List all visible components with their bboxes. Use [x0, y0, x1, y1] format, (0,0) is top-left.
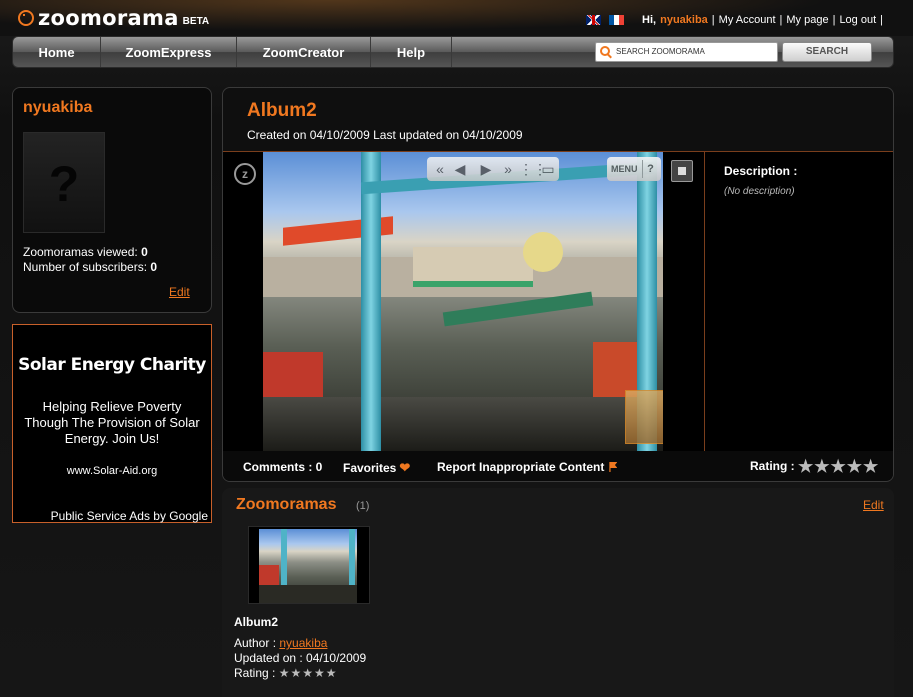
main-nav: Home ZoomExpress ZoomCreator Help SEARCH…	[12, 36, 894, 68]
first-icon[interactable]: «	[431, 160, 449, 178]
description-label: Description :	[724, 164, 798, 178]
log-out-link[interactable]: Log out	[839, 14, 876, 26]
viewed-value: 0	[141, 245, 148, 259]
album-panel: Album2 Created on 04/10/2009 Last update…	[222, 87, 894, 482]
logo-text: zoomorama	[38, 6, 179, 30]
favorites-label: Favorites	[343, 461, 397, 475]
book-view-icon[interactable]: ▭	[539, 160, 557, 178]
zoomorama-z-icon: z	[234, 163, 256, 185]
username-link[interactable]: nyuakiba	[660, 14, 708, 26]
profile-panel: nyuakiba ? Zoomoramas viewed: 0 Number o…	[12, 87, 212, 313]
zoomoramas-edit-link[interactable]: Edit	[863, 498, 884, 512]
zoomoramas-viewed-stat: Zoomoramas viewed: 0	[23, 245, 148, 259]
album-photo[interactable]	[263, 152, 663, 451]
album-footer: Comments : 0 Favorites ❤ Report Inappropr…	[223, 451, 893, 481]
zoomorama-item-title[interactable]: Album2	[234, 615, 278, 629]
thumb-crowd	[259, 585, 357, 603]
navigator-thumbnail[interactable]	[625, 390, 663, 444]
album-dates: Created on 04/10/2009 Last updated on 04…	[247, 128, 523, 142]
link-separator: |	[832, 14, 836, 26]
zoomoramas-title: Zoomoramas	[236, 496, 337, 513]
comments-link[interactable]: Comments : 0	[243, 460, 322, 474]
author-label: Author :	[234, 636, 277, 650]
favorite-heart-icon: ❤	[399, 460, 411, 475]
previous-icon[interactable]: ◀	[451, 160, 469, 178]
search-button[interactable]: SEARCH	[782, 42, 872, 62]
avatar: ?	[23, 132, 105, 233]
report-link[interactable]: Report Inappropriate Content	[437, 460, 618, 474]
search-icon	[600, 46, 610, 56]
description-value: (No description)	[724, 186, 795, 197]
crowd	[263, 397, 663, 451]
zoomoramas-count: (1)	[356, 500, 370, 512]
beta-badge: BETA	[182, 15, 210, 27]
greeting: Hi,	[642, 14, 657, 26]
album-title: Album2	[247, 100, 317, 121]
favorites-link[interactable]: Favorites ❤	[343, 460, 410, 476]
grid-view-icon[interactable]: ⋮⋮	[519, 160, 547, 178]
nav-zoomexpress[interactable]: ZoomExpress	[101, 37, 237, 67]
my-page-link[interactable]: My page	[786, 14, 828, 26]
ad-title[interactable]: Solar Energy Charity	[13, 355, 211, 375]
author-link[interactable]: nyuakiba	[279, 636, 327, 650]
last-icon[interactable]: »	[499, 160, 517, 178]
avatar-placeholder-icon: ?	[48, 156, 80, 212]
rating-stars[interactable]: ★★★★★	[798, 457, 879, 477]
zoomorama-item-updated: Updated on : 04/10/2009	[234, 651, 367, 665]
zoomorama-thumbnail[interactable]	[248, 526, 370, 604]
english-flag-icon[interactable]	[586, 15, 602, 25]
zoomoramas-panel: Zoomoramas (1) Edit Album2 Author : nyua…	[222, 488, 894, 697]
subscribers-stat: Number of subscribers: 0	[23, 260, 157, 274]
menu-label: MENU	[611, 164, 638, 174]
item-rating-label: Rating :	[234, 666, 276, 680]
report-label: Report Inappropriate Content	[437, 460, 605, 474]
rating-label: Rating :	[750, 459, 795, 473]
ad-footer[interactable]: Public Service Ads by Google	[51, 509, 208, 523]
zoomorama-item-author: Author : nyuakiba	[234, 636, 327, 650]
viewed-label: Zoomoramas viewed:	[23, 245, 138, 259]
search-placeholder: SEARCH ZOOMORAMA	[616, 47, 705, 56]
viewer-controls: « ◀ ▶ » ⋮⋮ ▭	[427, 157, 559, 181]
french-flag-icon[interactable]	[609, 15, 625, 25]
item-rating-stars[interactable]: ★★★★★	[279, 666, 338, 680]
profile-edit-link[interactable]: Edit	[169, 285, 190, 299]
subscribers-value: 0	[150, 260, 158, 274]
report-flag-icon	[609, 462, 618, 472]
zoomorama-logo[interactable]: zoomorama BETA	[18, 6, 210, 30]
description-area: Description : (No description)	[705, 151, 893, 451]
search-input[interactable]: SEARCH ZOOMORAMA	[595, 42, 778, 62]
zoomorama-item-rating: Rating : ★★★★★	[234, 666, 338, 680]
subscribers-label: Number of subscribers:	[23, 260, 148, 274]
logo-icon	[18, 10, 34, 26]
link-separator: |	[711, 14, 715, 26]
ad-body: Helping Relieve Poverty Though The Provi…	[24, 399, 200, 446]
nav-zoomcreator[interactable]: ZoomCreator	[237, 37, 371, 67]
nav-home[interactable]: Home	[13, 37, 101, 67]
left-pole	[361, 152, 381, 451]
help-icon[interactable]: ?	[642, 160, 658, 178]
zoom-viewer[interactable]: z « ◀ ▶ » ⋮⋮ ▭ MENU ?	[223, 151, 705, 451]
nav-help[interactable]: Help	[371, 37, 452, 67]
next-icon[interactable]: ▶	[477, 160, 495, 178]
my-account-link[interactable]: My Account	[719, 14, 776, 26]
ad-url[interactable]: www.Solar-Aid.org	[13, 465, 211, 477]
thumb-red-stall	[259, 565, 279, 585]
site-header: zoomorama BETA Hi, nyuakiba | My Account…	[0, 0, 913, 36]
link-separator: |	[779, 14, 783, 26]
viewer-menu-button[interactable]: MENU ?	[607, 157, 661, 181]
round-sign	[523, 232, 563, 272]
building-facade	[413, 247, 533, 287]
stop-icon[interactable]	[671, 160, 693, 182]
ad-panel[interactable]: Solar Energy Charity Helping Relieve Pov…	[12, 324, 212, 523]
thumbnail-image	[259, 529, 357, 603]
profile-name[interactable]: nyuakiba	[23, 99, 92, 117]
link-separator: |	[880, 14, 883, 26]
album-rating: Rating : ★★★★★	[750, 457, 879, 477]
account-links: Hi, nyuakiba | My Account | My page | Lo…	[586, 14, 883, 26]
